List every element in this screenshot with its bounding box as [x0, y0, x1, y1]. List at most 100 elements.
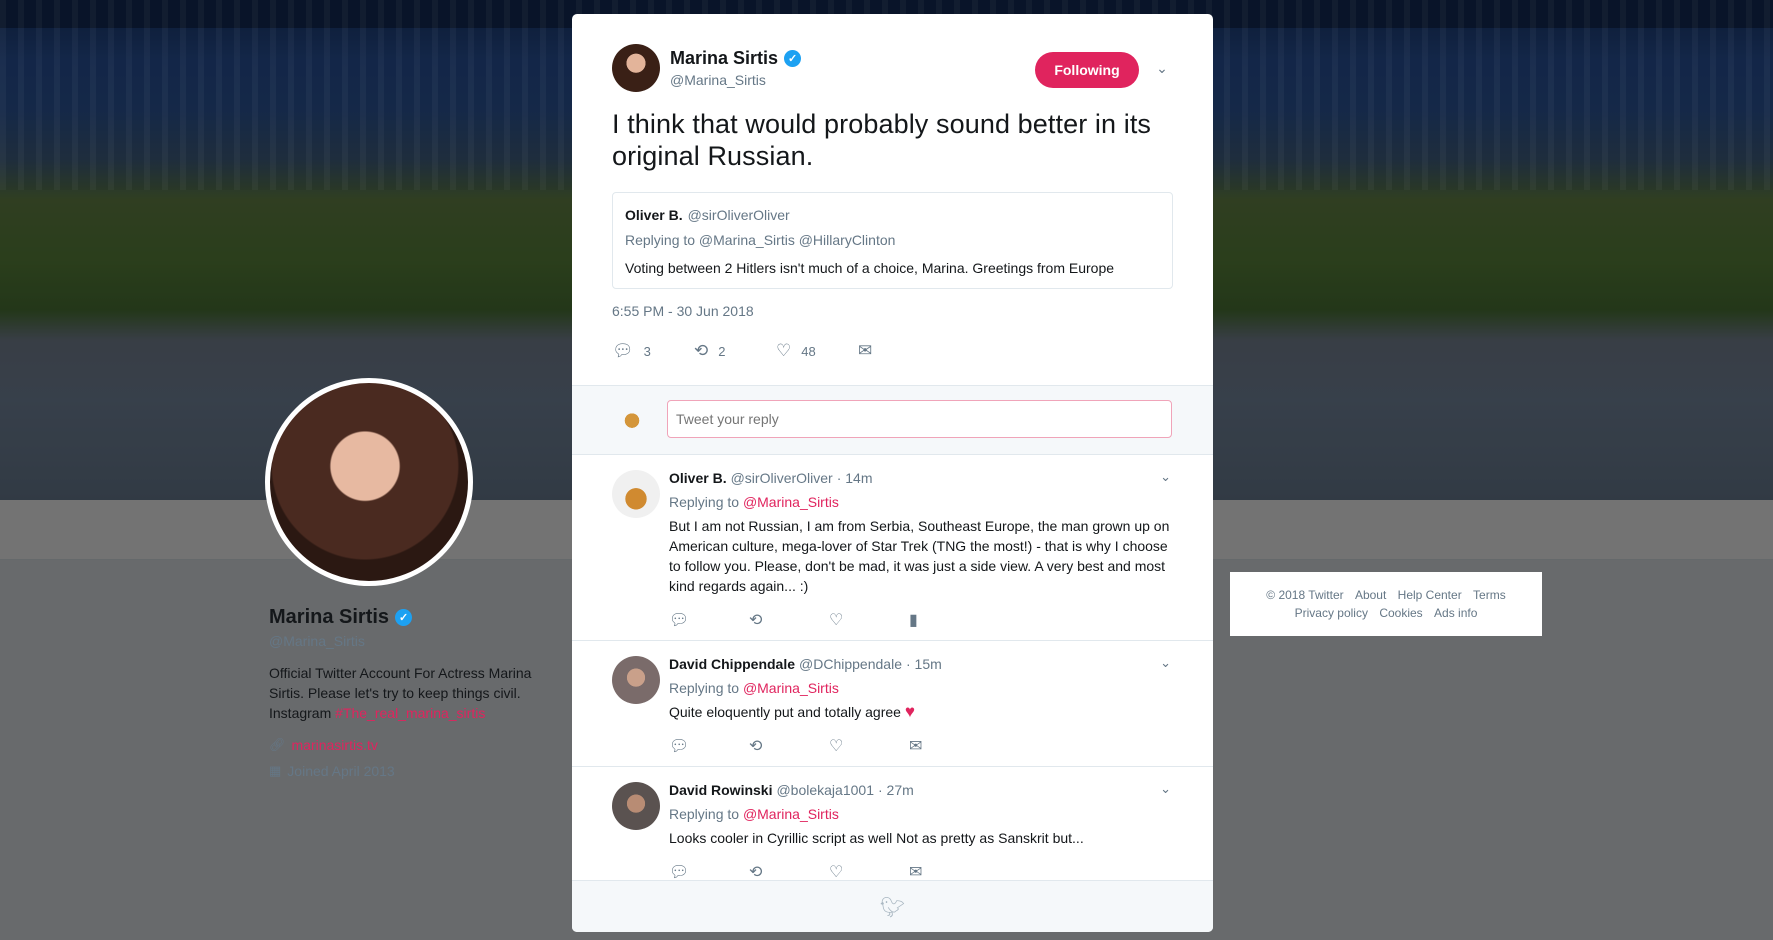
reply-header: David Rowinski @bolekaja1001 · 27m [669, 777, 1173, 798]
profile-avatar[interactable] [265, 378, 473, 586]
footer-row-1: © 2018 Twitter About Help Center Terms [1230, 586, 1542, 604]
reply-author-handle[interactable]: @bolekaja1001 [776, 782, 874, 798]
quote-header: Oliver B. @sirOliverOliver [625, 207, 1160, 223]
reply-count: 3 [643, 343, 651, 359]
replying-mention[interactable]: @Marina_Sirtis [743, 806, 839, 822]
profile-handle[interactable]: @Marina_Sirtis [269, 633, 549, 649]
envelope-icon[interactable]: ✉ [909, 862, 989, 881]
reply-author-name[interactable]: Oliver B. [669, 470, 727, 486]
reply-text: Looks cooler in Cyrillic script as well … [669, 830, 1084, 846]
chevron-down-icon[interactable]: ⌄ [1160, 469, 1171, 485]
reply-icon[interactable]: 💬︎ [669, 610, 749, 629]
footer-privacy[interactable]: Privacy policy [1295, 606, 1368, 620]
envelope-icon[interactable]: ✉ [909, 736, 989, 755]
analytics-icon[interactable]: ▮ [909, 610, 989, 629]
site-footer: © 2018 Twitter About Help Center Terms P… [1230, 572, 1542, 636]
reply-input[interactable] [667, 400, 1172, 438]
permalink-tweet: Marina Sirtis ✓ @Marina_Sirtis Following… [572, 14, 1213, 361]
reply-header: David Chippendale @DChippendale · 15m [669, 651, 1173, 672]
footer-cookies[interactable]: Cookies [1379, 606, 1422, 620]
replying-prefix: Replying to [669, 806, 743, 822]
profile-website-text[interactable]: marinasirtis.tv [292, 737, 378, 753]
author-name[interactable]: Marina Sirtis [670, 48, 778, 69]
author-avatar[interactable] [612, 44, 660, 92]
red-heart-emoji-icon: ♥ [904, 702, 915, 721]
reply-item[interactable]: Oliver B. @sirOliverOliver · 14m ⌄ Reply… [572, 455, 1213, 641]
author-text: Marina Sirtis ✓ @Marina_Sirtis [670, 48, 802, 88]
message-action[interactable]: ✉ [858, 341, 940, 361]
heart-icon[interactable]: ♡ [829, 862, 909, 881]
quote-replying-to: Replying to @Marina_Sirtis @HillaryClint… [625, 232, 896, 248]
profile-name[interactable]: Marina Sirtis [269, 606, 389, 629]
reply-replying-to: Replying to @Marina_Sirtis [669, 494, 1173, 510]
profile-website[interactable]: 🔗︎ marinasirtis.tv [269, 737, 549, 753]
replying-mention[interactable]: @Marina_Sirtis [743, 680, 839, 696]
reply-time[interactable]: · 27m [878, 782, 914, 798]
reply-author-name[interactable]: David Chippendale [669, 656, 795, 672]
reply-avatar[interactable] [612, 470, 660, 518]
reply-item[interactable]: David Chippendale @DChippendale · 15m ⌄ … [572, 641, 1213, 767]
quote-text: Voting between 2 Hitlers isn't much of a… [625, 260, 1115, 276]
reply-time[interactable]: · 14m [837, 470, 873, 486]
reply-actions: 💬︎ ⟲ ♡ ✉ [669, 736, 1173, 755]
profile-info: Marina Sirtis ✓ @Marina_Sirtis Official … [269, 606, 549, 779]
reply-actions: 💬︎ ⟲ ♡ ✉ [669, 862, 1173, 881]
reply-composer [572, 385, 1213, 455]
replying-mention[interactable]: @Marina_Sirtis [743, 494, 839, 510]
link-icon: 🔗︎ [269, 737, 286, 752]
reply-text: But I am not Russian, I am from Serbia, … [669, 518, 1170, 594]
retweet-count: 2 [718, 343, 726, 359]
profile-bio-hashtag[interactable]: #The_real_marina_sirtis [335, 705, 485, 721]
tweet-modal: Marina Sirtis ✓ @Marina_Sirtis Following… [572, 14, 1213, 932]
reply-replying-to: Replying to @Marina_Sirtis [669, 806, 1173, 822]
following-button[interactable]: Following [1035, 52, 1139, 88]
heart-icon[interactable]: ♡ [829, 736, 909, 755]
reply-header: Oliver B. @sirOliverOliver · 14m [669, 465, 1173, 486]
modal-footer: 🐦︎ [572, 880, 1213, 932]
heart-icon[interactable]: ♡ [829, 610, 909, 629]
chevron-down-icon[interactable]: ⌄ [1160, 655, 1171, 671]
footer-about[interactable]: About [1355, 588, 1386, 602]
replying-prefix: Replying to [669, 680, 743, 696]
tweet-text: I think that would probably sound better… [612, 109, 1152, 171]
like-count: 48 [801, 343, 816, 359]
author-name-row: Marina Sirtis ✓ [670, 48, 802, 69]
footer-terms[interactable]: Terms [1473, 588, 1506, 602]
reply-avatar[interactable] [612, 656, 660, 704]
current-user-avatar [616, 403, 648, 435]
tweet-timestamp[interactable]: 6:55 PM - 30 Jun 2018 [612, 303, 1173, 319]
quoted-tweet[interactable]: Oliver B. @sirOliverOliver Replying to @… [612, 192, 1173, 289]
reply-icon: 💬︎ [612, 341, 634, 360]
heart-icon: ♡ [776, 341, 792, 360]
retweet-icon[interactable]: ⟲ [749, 610, 829, 629]
verified-icon: ✓ [784, 50, 802, 67]
reply-text: Quite eloquently put and totally agree [669, 704, 905, 720]
reply-author-handle[interactable]: @sirOliverOliver [731, 470, 833, 486]
retweet-icon[interactable]: ⟲ [749, 736, 829, 755]
reply-list: Oliver B. @sirOliverOliver · 14m ⌄ Reply… [572, 455, 1213, 893]
quote-author-name: Oliver B. [625, 207, 683, 223]
retweet-action[interactable]: ⟲ 2 [694, 341, 776, 361]
reply-action[interactable]: 💬︎ 3 [612, 341, 694, 361]
profile-name-row: Marina Sirtis ✓ [269, 606, 549, 629]
reply-author-name[interactable]: David Rowinski [669, 782, 772, 798]
like-action[interactable]: ♡ 48 [776, 341, 858, 361]
chevron-down-icon[interactable]: ⌄ [1160, 781, 1171, 797]
reply-time[interactable]: · 15m [906, 656, 942, 672]
reply-icon[interactable]: 💬︎ [669, 862, 749, 881]
chevron-down-icon[interactable]: ⌄ [1153, 60, 1171, 78]
reply-icon[interactable]: 💬︎ [669, 736, 749, 755]
footer-copyright: © 2018 Twitter [1266, 588, 1344, 602]
calendar-icon: ▦ [269, 763, 282, 778]
reply-author-handle[interactable]: @DChippendale [799, 656, 902, 672]
profile-bio: Official Twitter Account For Actress Mar… [269, 663, 549, 723]
retweet-icon[interactable]: ⟲ [749, 862, 829, 881]
reply-item[interactable]: David Rowinski @bolekaja1001 · 27m ⌄ Rep… [572, 767, 1213, 893]
author-handle[interactable]: @Marina_Sirtis [670, 72, 801, 88]
footer-ads-info[interactable]: Ads info [1434, 606, 1477, 620]
retweet-icon: ⟲ [694, 341, 709, 360]
replying-prefix: Replying to [669, 494, 743, 510]
twitter-bird-icon[interactable]: 🐦︎ [880, 895, 905, 920]
footer-help-center[interactable]: Help Center [1398, 588, 1462, 602]
reply-avatar[interactable] [612, 782, 660, 830]
